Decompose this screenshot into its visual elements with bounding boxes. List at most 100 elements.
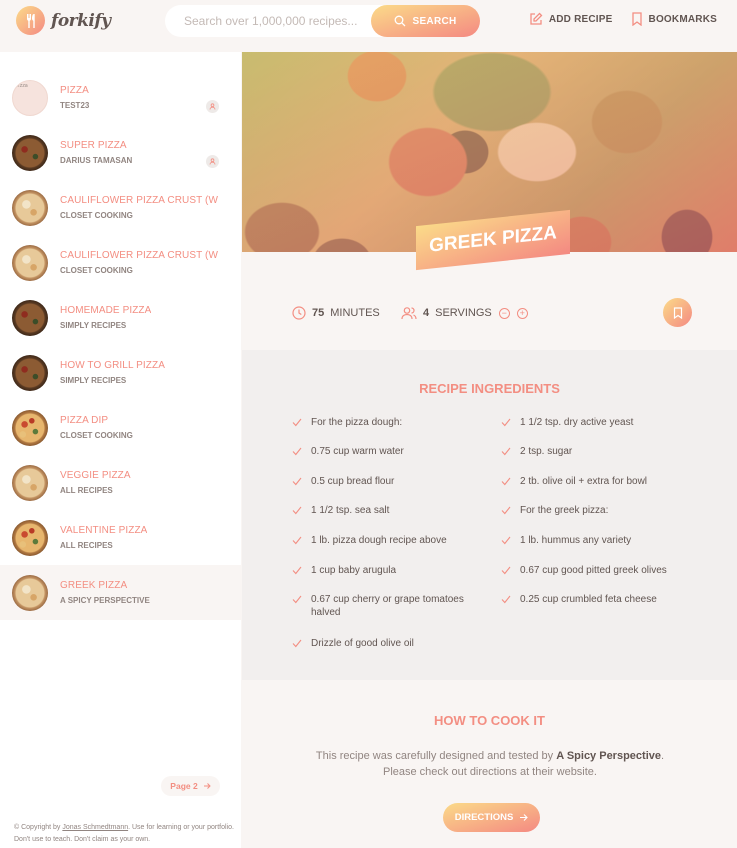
cooking-time: 75 MINUTES: [292, 306, 380, 320]
ingredient-item: 1 lb. hummus any variety: [501, 534, 691, 547]
result-title: SUPER PIZZA: [60, 140, 127, 151]
check-icon: [292, 506, 302, 515]
ingredient-text: 2 tb. olive oil + extra for bowl: [520, 476, 648, 487]
result-item-active[interactable]: GREEK PIZZA A SPICY PERSPECTIVE: [0, 565, 241, 620]
ingredient-item: 0.5 cup bread flour: [292, 475, 482, 488]
cooking-time-unit: MINUTES: [330, 307, 380, 319]
result-item[interactable]: VEGGIE PIZZA ALL RECIPES: [0, 455, 241, 510]
user-generated-icon: [206, 155, 219, 168]
ingredient-text: 0.67 cup cherry or grape tomatoes halved: [311, 594, 464, 618]
ingredient-text: 0.5 cup bread flour: [311, 476, 395, 487]
fork-knife-icon: [16, 6, 45, 35]
recipe-thumbnail: [12, 244, 48, 281]
ingredient-item: 2 tsp. sugar: [501, 445, 691, 458]
ingredient-item: 1 cup baby arugula: [292, 564, 482, 577]
directions-button[interactable]: DIRECTIONS: [443, 803, 540, 832]
servings-unit: SERVINGS: [435, 307, 492, 319]
search-form: SEARCH: [165, 5, 480, 37]
search-button[interactable]: SEARCH: [371, 5, 480, 37]
cooking-time-value: 75: [312, 307, 325, 319]
ingredient-item: 0.67 cup good pitted greek olives: [501, 564, 691, 577]
edit-icon: [530, 12, 543, 25]
directions-label: DIRECTIONS: [454, 812, 514, 823]
result-title: CAULIFLOWER PIZZA CRUST (WIT...: [60, 195, 218, 206]
result-title: PIZZA: [60, 85, 89, 96]
result-item[interactable]: CAULIFLOWER PIZZA CRUST (WIT... CLOSET C…: [0, 235, 241, 290]
servings: 4 SERVINGS − +: [401, 306, 528, 320]
result-item[interactable]: HOW TO GRILL PIZZA SIMPLY RECIPES: [0, 345, 241, 400]
result-title: GREEK PIZZA: [60, 580, 128, 591]
result-title: HOMEMADE PIZZA: [60, 305, 152, 316]
check-icon: [292, 447, 302, 456]
recipe-ingredients: RECIPE INGREDIENTS For the pizza dough: 1…: [242, 350, 737, 680]
result-publisher: A SPICY PERSPECTIVE: [60, 596, 150, 605]
check-icon: [292, 536, 302, 545]
ingredients-heading: RECIPE INGREDIENTS: [419, 381, 560, 396]
recipe-thumbnail: [12, 299, 48, 336]
search-input[interactable]: [184, 14, 364, 28]
bookmark-recipe-button[interactable]: [663, 298, 692, 327]
check-icon: [501, 506, 511, 515]
check-icon: [501, 418, 511, 427]
decrease-servings-button[interactable]: −: [498, 307, 510, 319]
ingredient-text: Drizzle of good olive oil: [311, 638, 414, 649]
user-generated-icon: [206, 100, 219, 113]
author-link[interactable]: Jonas Schmedtmann: [62, 824, 128, 831]
ingredient-text: 1 cup baby arugula: [311, 565, 397, 576]
check-icon: [501, 536, 511, 545]
result-title: HOW TO GRILL PIZZA: [60, 360, 165, 371]
result-item[interactable]: HOMEMADE PIZZA SIMPLY RECIPES: [0, 290, 241, 345]
check-icon: [292, 566, 302, 575]
next-page-label: Page 2: [170, 781, 198, 791]
ingredient-item: Drizzle of good olive oil: [292, 637, 482, 650]
recipe-thumbnail: [12, 354, 48, 391]
add-recipe-label: ADD RECIPE: [548, 13, 613, 25]
ingredient-text: For the pizza dough:: [311, 417, 403, 428]
ingredient-text: 1 lb. hummus any variety: [520, 535, 632, 546]
logo-text: forkify: [51, 10, 111, 31]
result-publisher: SIMPLY RECIPES: [60, 376, 127, 385]
result-publisher: TEST23: [60, 101, 90, 110]
result-publisher: CLOSET COOKING: [60, 211, 133, 220]
result-item[interactable]: VALENTINE PIZZA ALL RECIPES: [0, 510, 241, 565]
result-item[interactable]: PIZZA DIP CLOSET COOKING: [0, 400, 241, 455]
directions-heading: HOW TO COOK IT: [434, 713, 545, 728]
result-item[interactable]: SUPER PIZZA DARIUS TAMASAN: [0, 125, 241, 180]
users-icon: [401, 307, 417, 320]
recipe-publisher: A Spicy Perspective: [556, 750, 661, 762]
result-item[interactable]: pizza PIZZA TEST23: [0, 70, 241, 125]
result-publisher: SIMPLY RECIPES: [60, 321, 127, 330]
result-title: VEGGIE PIZZA: [60, 470, 131, 481]
recipe-thumbnail: [12, 189, 48, 226]
bookmark-icon: [673, 306, 682, 319]
recipe-directions: HOW TO COOK IT This recipe was carefully…: [242, 680, 737, 848]
check-icon: [292, 418, 302, 427]
check-icon: [292, 477, 302, 486]
result-item[interactable]: CAULIFLOWER PIZZA CRUST (WIT... CLOSET C…: [0, 180, 241, 235]
ingredient-item: 0.25 cup crumbled feta cheese: [501, 593, 691, 606]
result-publisher: ALL RECIPES: [60, 486, 113, 495]
next-page-button[interactable]: Page 2: [161, 776, 220, 796]
bookmark-icon: [631, 12, 642, 26]
check-icon: [292, 595, 302, 604]
ingredient-item: For the pizza dough:: [292, 416, 482, 429]
logo[interactable]: forkify: [16, 6, 111, 35]
ingredient-item: For the greek pizza:: [501, 504, 691, 517]
recipe: GREEK PIZZA 75 MINUTES 4 SERVINGS − + RE…: [242, 52, 737, 848]
ingredient-item: 1 1/2 tsp. sea salt: [292, 504, 482, 517]
recipe-details: 75 MINUTES 4 SERVINGS − +: [242, 252, 737, 350]
ingredient-text: 0.75 cup warm water: [311, 446, 404, 457]
bookmarks-button[interactable]: BOOKMARKS: [631, 12, 717, 26]
result-publisher: DARIUS TAMASAN: [60, 156, 133, 165]
ingredient-text: 0.67 cup good pitted greek olives: [520, 565, 667, 576]
result-publisher: CLOSET COOKING: [60, 266, 133, 275]
header: forkify SEARCH ADD RECIPE BOOKMARKS: [0, 0, 737, 42]
increase-servings-button[interactable]: +: [516, 307, 528, 319]
ingredient-text: 1 1/2 tsp. dry active yeast: [520, 417, 634, 428]
ingredient-text: For the greek pizza:: [520, 505, 609, 516]
clock-icon: [292, 306, 306, 320]
add-recipe-button[interactable]: ADD RECIPE: [529, 12, 613, 26]
arrow-right-icon: [520, 814, 529, 821]
directions-text: This recipe was carefully designed and t…: [315, 750, 665, 778]
ingredient-item: 1 lb. pizza dough recipe above: [292, 534, 482, 547]
